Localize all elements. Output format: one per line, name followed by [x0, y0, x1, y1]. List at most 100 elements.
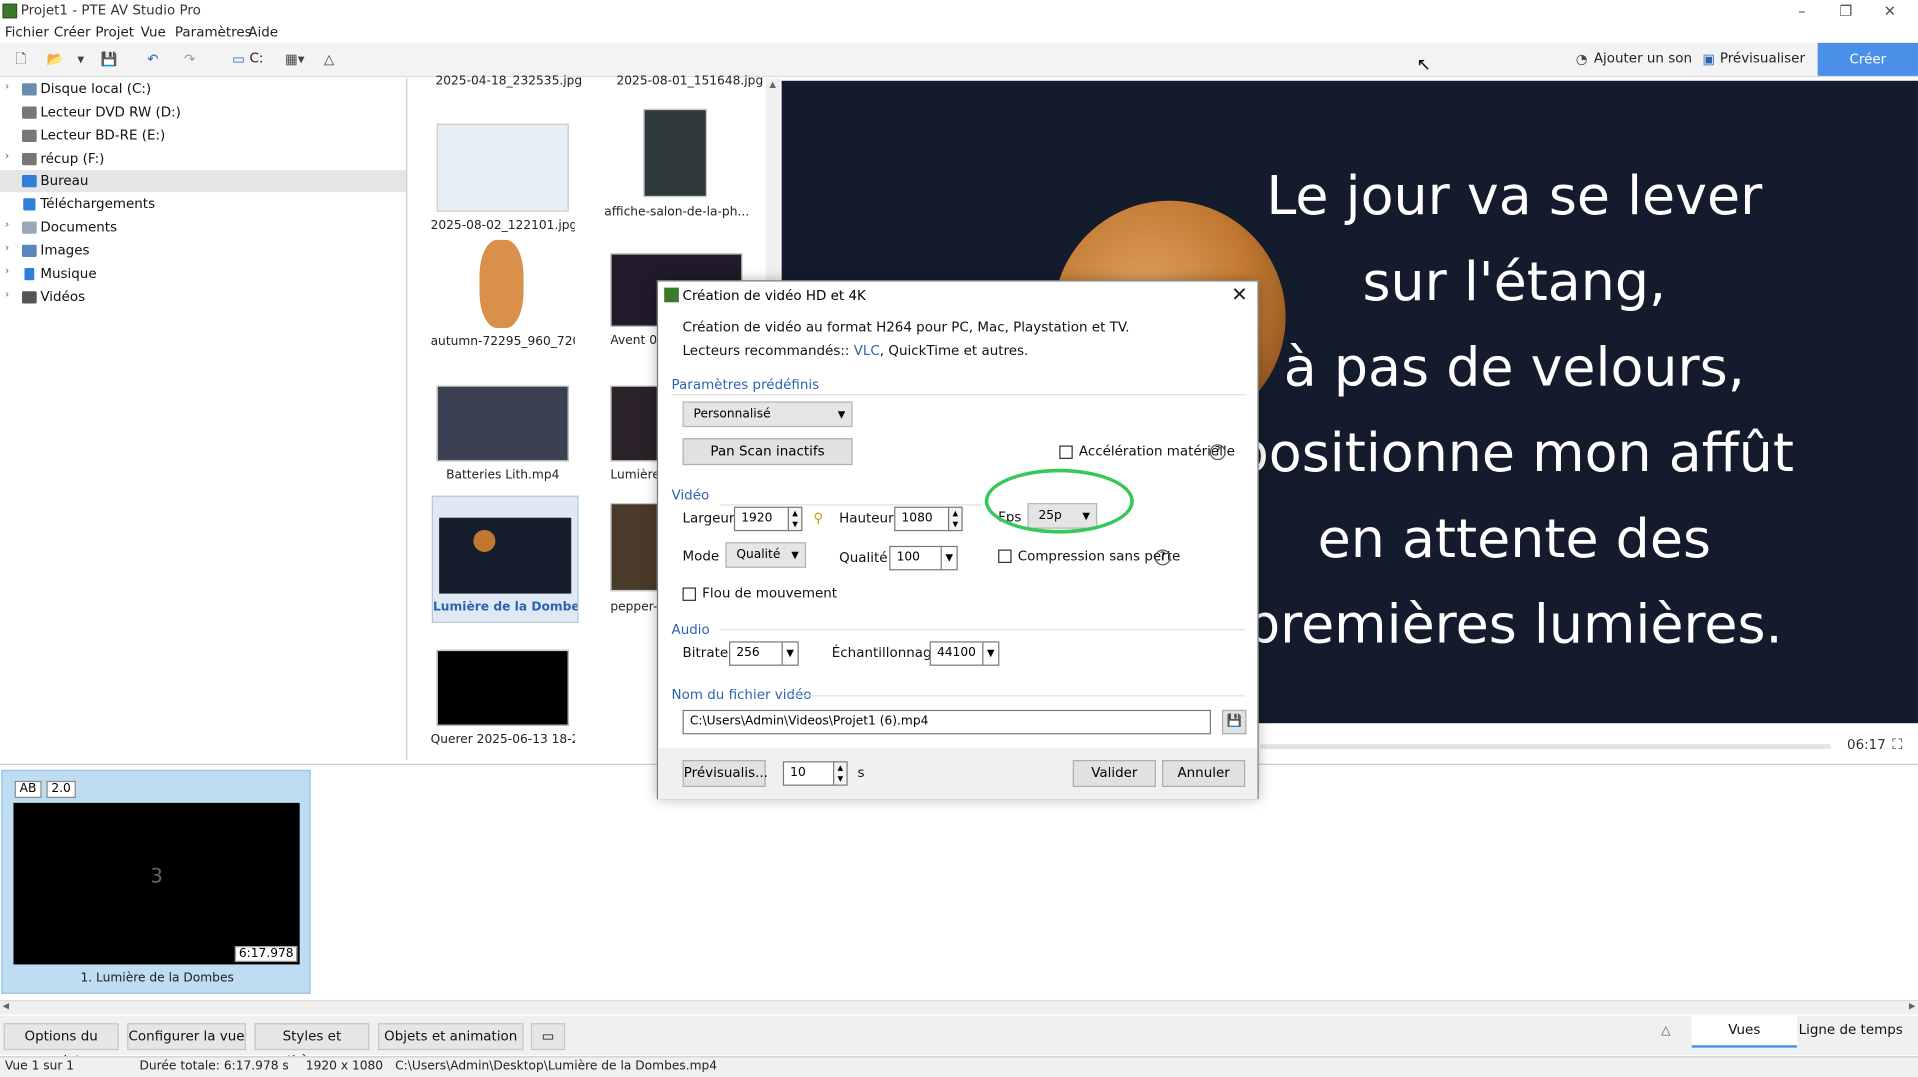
up-icon[interactable]: △ — [320, 49, 337, 71]
image-thumbnail — [610, 503, 660, 592]
video-section: Vidéo — [671, 487, 710, 504]
tree-label: Lecteur BD-RE (E:) — [40, 127, 166, 144]
close-icon[interactable]: ✕ — [1871, 1, 1908, 21]
lossless-checkbox[interactable] — [998, 549, 1012, 563]
expand-icon[interactable]: › — [5, 81, 9, 93]
scroll-up-icon[interactable]: ▲ — [769, 80, 776, 90]
view-mode-icon[interactable]: ▦▾ — [281, 49, 308, 71]
help-icon[interactable]: ? — [1154, 549, 1171, 566]
file-caption[interactable]: 2025-08-01_151648.jpg — [616, 75, 763, 88]
fullscreen-icon[interactable]: ⛶ — [1892, 736, 1902, 754]
scroll-left-icon[interactable]: ◀ — [2, 1001, 9, 1011]
file-caption: Querer 2025-06-13 18-2... — [430, 733, 575, 747]
create-button[interactable]: Créer — [1817, 42, 1918, 76]
tree-item-musique[interactable]: › Musique — [0, 263, 406, 285]
strip-scrollbar[interactable]: ◀ ▶ — [0, 999, 1918, 1015]
width-spinner[interactable]: ▲ ▼ — [787, 506, 803, 532]
quality-select[interactable]: 100 ▼ — [889, 545, 958, 571]
tree-item-documents[interactable]: › Documents — [0, 217, 406, 239]
height-input[interactable]: 1080 — [894, 506, 951, 532]
save-icon[interactable]: 💾 — [98, 49, 120, 71]
cancel-button[interactable]: Annuler — [1162, 760, 1246, 787]
tab-ligne-de-temps[interactable]: Ligne de temps — [1798, 1016, 1903, 1048]
playback-slider[interactable] — [1259, 744, 1832, 750]
app-icon — [2, 3, 18, 19]
mode-select[interactable]: Qualité ▼ — [725, 542, 807, 568]
collapse-icon[interactable]: △ — [1661, 1024, 1670, 1037]
file-caption: Batteries Lith.mp4 — [446, 468, 560, 483]
file-thumbnail[interactable]: Querer 2025-06-13 18-2... — [431, 649, 575, 772]
filename-input[interactable]: C:\Users\Admin\Videos\Projet1 (6).mp4 — [682, 709, 1211, 735]
file-thumbnail[interactable]: affiche-salon-de-la-ph... — [604, 108, 749, 231]
preset-select[interactable]: Personnalisé ▼ — [682, 401, 853, 428]
minimize-icon[interactable]: – — [1783, 1, 1820, 21]
lock-icon[interactable]: ⚲ — [813, 510, 823, 526]
tree-label: Vidéos — [40, 288, 86, 305]
height-spinner[interactable]: ▲ ▼ — [947, 506, 963, 532]
menu-creer[interactable]: Créer — [54, 24, 91, 40]
close-icon[interactable]: ✕ — [1231, 283, 1247, 306]
file-thumbnail-selected[interactable]: Lumière de la Dombe... — [431, 495, 579, 623]
open-dropdown-icon[interactable]: ▾ — [73, 49, 88, 71]
help-icon[interactable]: ? — [1209, 444, 1226, 461]
sampling-select[interactable]: 44100 ▼ — [929, 641, 1000, 666]
expand-icon[interactable]: › — [5, 289, 9, 301]
vlc-link[interactable]: VLC — [854, 343, 880, 359]
expand-icon[interactable]: › — [5, 151, 9, 163]
tree-item-dvd[interactable]: Lecteur DVD RW (D:) — [0, 102, 406, 124]
tree-item-telechargements[interactable]: Téléchargements — [0, 193, 406, 215]
objects-animation-button[interactable]: Objets et animation — [377, 1023, 524, 1051]
redo-icon[interactable]: ↷ — [179, 49, 201, 71]
save-icon[interactable]: 💾 — [1221, 709, 1247, 735]
images-icon — [22, 244, 37, 258]
menu-projet[interactable]: Projet — [95, 24, 134, 40]
file-thumbnail[interactable]: 2025-08-02_122101.jpg — [431, 123, 575, 246]
tab-vues[interactable]: Vues — [1691, 1015, 1797, 1048]
hw-accel-checkbox[interactable] — [1059, 445, 1073, 459]
tree-item-images[interactable]: › Images — [0, 240, 406, 262]
tree-item-videos[interactable]: › Vidéos — [0, 286, 406, 308]
title-bar: Projet1 - PTE AV Studio Pro – ❐ ✕ — [0, 0, 1918, 23]
expand-icon[interactable]: › — [5, 219, 9, 231]
bitrate-select[interactable]: 256 ▼ — [729, 641, 799, 666]
window-icon[interactable]: ▭ — [530, 1023, 566, 1051]
pan-scan-button[interactable]: Pan Scan inactifs — [682, 438, 853, 466]
ok-button[interactable]: Valider — [1072, 760, 1156, 787]
menu-aide[interactable]: Aide — [248, 24, 278, 40]
tree-item-disque-c[interactable]: › Disque local (C:) — [0, 78, 406, 100]
add-sound-button[interactable]: Ajouter un son — [1594, 50, 1692, 66]
expand-icon[interactable]: › — [5, 242, 9, 254]
tree-item-recup[interactable]: › récup (F:) — [0, 148, 406, 170]
tree-item-bureau[interactable]: Bureau — [0, 170, 407, 193]
restore-icon[interactable]: ❐ — [1827, 1, 1864, 21]
menu-fichier[interactable]: Fichier — [5, 24, 49, 40]
mode-label: Mode — [682, 548, 720, 565]
undo-icon[interactable]: ↶ — [142, 49, 164, 71]
open-folder-icon[interactable]: 📂 — [44, 49, 66, 71]
slide-caption: 1. Lumière de la Dombes — [80, 971, 234, 986]
expand-icon[interactable]: › — [5, 266, 9, 278]
seconds-input[interactable]: 10 — [782, 761, 837, 786]
preview-button[interactable]: Prévisualiser — [1720, 50, 1805, 66]
tree-label: Lecteur DVD RW (D:) — [40, 104, 181, 120]
file-thumbnail[interactable]: Batteries Lith.mp4 — [431, 385, 569, 508]
project-options-button[interactable]: Options du projet — [3, 1023, 119, 1068]
slide-card[interactable]: AB 2.0 3 6:17.978 1. Lumière de la Dombe… — [1, 769, 311, 994]
bitrate-value: 256 — [736, 646, 760, 660]
menu-parametres[interactable]: Paramètres — [175, 24, 252, 40]
motion-blur-checkbox[interactable] — [682, 587, 697, 601]
configure-view-button[interactable]: Configurer la vue — [127, 1023, 246, 1051]
seconds-spinner[interactable]: ▲ ▼ — [832, 761, 848, 786]
width-input[interactable]: 1920 — [733, 506, 791, 532]
mouse-cursor-icon: ↖ — [1416, 55, 1431, 75]
styles-themes-button[interactable]: Styles et thèmes — [254, 1023, 370, 1068]
file-caption[interactable]: 2025-04-18_232535.jpg — [435, 75, 582, 88]
tree-item-bd[interactable]: Lecteur BD-RE (E:) — [0, 125, 406, 147]
scroll-right-icon[interactable]: ▶ — [1909, 1001, 1916, 1011]
drive-label[interactable]: C: — [250, 50, 264, 66]
preview-video-button[interactable]: Prévisualis... — [682, 760, 768, 787]
file-thumbnail[interactable]: autumn-72295_960_720... — [431, 239, 575, 362]
preset-value: Personnalisé — [693, 407, 771, 422]
menu-vue[interactable]: Vue — [141, 24, 166, 40]
new-icon[interactable]: 🗋 — [10, 49, 32, 71]
